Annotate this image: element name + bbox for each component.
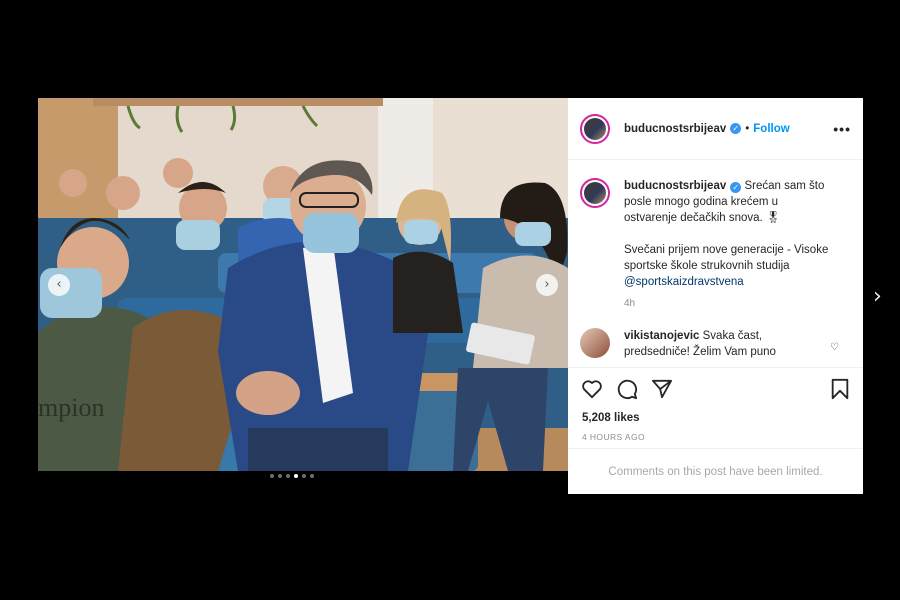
- post-side-panel: buducnostsrbijeav ✓ • Follow ••• buducno…: [568, 98, 863, 494]
- verified-icon: ✓: [730, 123, 742, 134]
- carousel-dot: [278, 474, 282, 478]
- chevron-right-icon: ›: [544, 277, 550, 292]
- caption-username[interactable]: buducnostsrbijeav: [624, 180, 726, 192]
- post-actions-bar: 5,208 likes 4 HOURS AGO Comments on this…: [568, 367, 863, 495]
- share-icon[interactable]: [651, 379, 673, 402]
- caption-line-2: Svečani prijem nove generacije - Visoke …: [624, 244, 829, 272]
- bookmark-icon[interactable]: [830, 378, 850, 403]
- likes-count[interactable]: 5,208 likes: [568, 402, 863, 424]
- classroom-photo: mpion: [38, 98, 568, 471]
- comment-icon[interactable]: [616, 378, 638, 403]
- more-icon[interactable]: •••: [833, 121, 851, 137]
- comment-username[interactable]: vikistanojevic: [624, 330, 699, 342]
- shirt-text: mpion: [38, 393, 104, 422]
- follow-button[interactable]: Follow: [753, 123, 789, 135]
- heart-icon[interactable]: [581, 379, 603, 402]
- post-photo[interactable]: mpion ‹ ›: [38, 98, 568, 471]
- post-header: buducnostsrbijeav ✓ • Follow •••: [568, 98, 863, 160]
- carousel-dot-active: [294, 474, 298, 478]
- avatar[interactable]: [580, 178, 610, 208]
- comment-like-heart-icon[interactable]: ♡: [830, 342, 839, 353]
- post-author-username[interactable]: buducnostsrbijeav: [624, 123, 726, 135]
- carousel-next-button[interactable]: ›: [536, 273, 558, 296]
- caption-time[interactable]: 4h: [624, 296, 834, 312]
- carousel-dots: [270, 474, 314, 478]
- comment-item: vikistanojevic Svaka čast, predsedniče! …: [568, 312, 863, 360]
- chevron-left-icon: ‹: [56, 277, 62, 292]
- post-caption: buducnostsrbijeav ✓ Srećan sam što posle …: [568, 160, 863, 312]
- carousel-prev-button[interactable]: ‹: [48, 273, 70, 296]
- avatar[interactable]: [580, 328, 610, 358]
- comments-limited-notice: Comments on this post have been limited.: [568, 448, 863, 495]
- carousel-dot: [310, 474, 314, 478]
- next-post-arrow[interactable]: ›: [873, 284, 882, 309]
- avatar[interactable]: [580, 113, 610, 144]
- caption-mention-link[interactable]: @sportskaizdravstvena: [624, 276, 744, 288]
- carousel-dot: [302, 474, 306, 478]
- post-timestamp[interactable]: 4 HOURS AGO: [568, 424, 863, 442]
- carousel-dot: [286, 474, 290, 478]
- separator-dot: •: [745, 122, 750, 135]
- comments-section[interactable]: buducnostsrbijeav ✓ Srećan sam što posle …: [568, 160, 863, 367]
- verified-icon: ✓: [730, 182, 742, 193]
- carousel-dot: [270, 474, 274, 478]
